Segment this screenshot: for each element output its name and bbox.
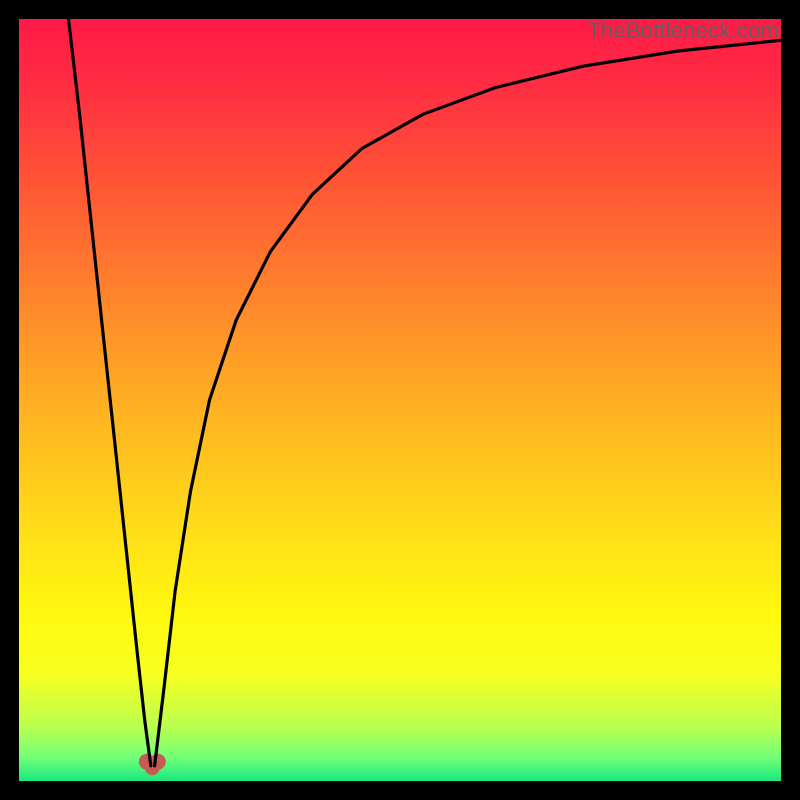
chart-frame: TheBottleneck.com: [19, 19, 781, 781]
gradient-background: [19, 19, 781, 781]
watermark-text: TheBottleneck.com: [587, 18, 779, 44]
bottleneck-chart: [19, 19, 781, 781]
